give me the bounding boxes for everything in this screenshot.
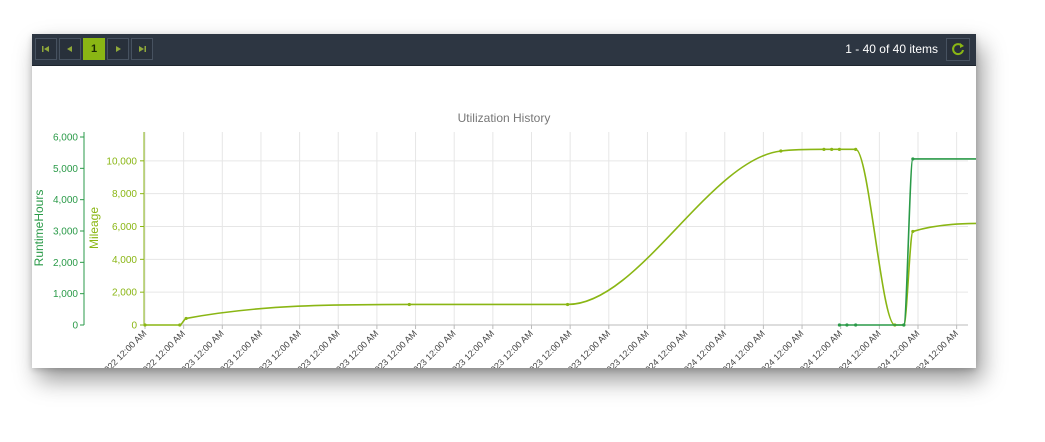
- mileage-point: [565, 302, 570, 307]
- runtime-hours-point: [902, 323, 906, 327]
- mileage-point: [143, 323, 147, 327]
- first-page-button[interactable]: [35, 38, 57, 60]
- pager-info: 1 - 40 of 40 items: [845, 42, 938, 56]
- mileage-line: [145, 148, 976, 326]
- runtime-hours-point: [837, 323, 842, 327]
- runtime-hours-point: [854, 323, 858, 327]
- runtime-hours-point: [911, 157, 915, 161]
- chart-title: Utilization History: [458, 111, 551, 125]
- current-page-button[interactable]: 1: [83, 38, 105, 60]
- next-page-button[interactable]: [107, 38, 129, 60]
- mileage-point: [911, 229, 915, 234]
- runtime-tick-label: 0: [72, 321, 78, 332]
- mileage-tick-label: 0: [131, 321, 137, 332]
- first-page-icon: [42, 46, 49, 52]
- chart-svg: Utilization History11/1/2022 12:00 AM12/…: [32, 111, 976, 368]
- mileage-tick-label: 10,000: [106, 156, 137, 167]
- runtime-hours-point: [845, 323, 849, 327]
- mileage-point: [822, 147, 826, 151]
- mileage-point: [779, 149, 783, 153]
- runtime-tick-label: 6,000: [53, 133, 78, 144]
- runtime-tick-label: 1,000: [53, 289, 78, 300]
- prev-page-button[interactable]: [59, 38, 81, 60]
- next-page-icon: [116, 46, 121, 52]
- last-page-button[interactable]: [131, 38, 153, 60]
- mileage-point: [830, 147, 834, 151]
- mileage-tick-label: 4,000: [112, 255, 137, 266]
- prev-page-icon: [67, 46, 72, 52]
- refresh-button[interactable]: [946, 38, 970, 61]
- mileage-point: [837, 147, 842, 151]
- runtime-hours-line: [839, 158, 976, 326]
- utilization-panel: 1 1 - 40 of 40 items Utilization History…: [32, 34, 976, 368]
- mileage-axis-title: Mileage: [87, 207, 101, 249]
- runtime-tick-label: 2,000: [53, 258, 78, 269]
- utilization-chart: Utilization History 11/1/2022 12:00 AM 12/…: [32, 66, 976, 368]
- mileage-tick-label: 2,000: [112, 288, 137, 299]
- pager-toolbar: 1 1 - 40 of 40 items: [32, 34, 976, 66]
- x-tick-label: 11/1/2022 12:00 AM: [85, 328, 149, 368]
- mileage-point: [178, 323, 182, 327]
- runtime-tick-label: 5,000: [53, 164, 78, 175]
- mileage-tick-label: 6,000: [112, 222, 137, 233]
- mileage-point: [407, 302, 411, 307]
- runtime-axis-title: RuntimeHours: [32, 190, 46, 267]
- refresh-icon: [952, 43, 964, 56]
- runtime-tick-label: 3,000: [53, 227, 78, 238]
- last-page-icon: [139, 46, 146, 52]
- runtime-tick-label: 4,000: [53, 195, 78, 206]
- mileage-tick-label: 8,000: [112, 189, 137, 200]
- mileage-point: [184, 316, 188, 321]
- mileage-point: [854, 147, 858, 151]
